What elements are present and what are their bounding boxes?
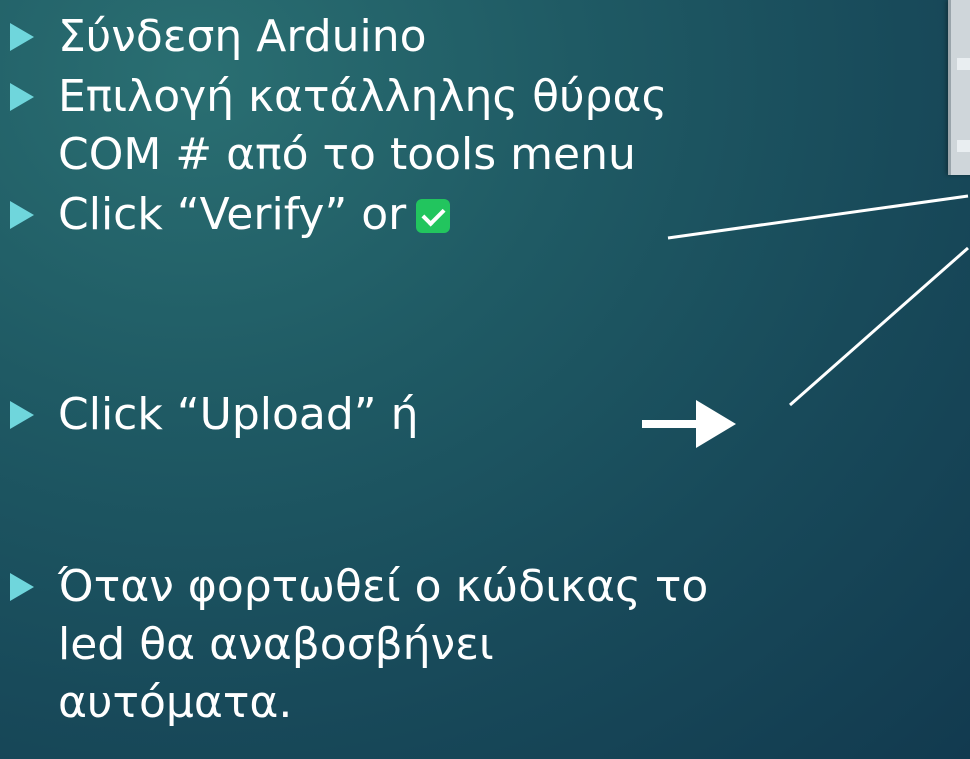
verify-callout-line [667,194,969,240]
upload-arrow-icon [642,400,736,448]
callout-overlay [642,194,969,448]
slide: Σύνδεση Arduino Επιλογή κατάλληλης θύρας… [0,0,970,759]
upload-callout-line [789,246,969,407]
